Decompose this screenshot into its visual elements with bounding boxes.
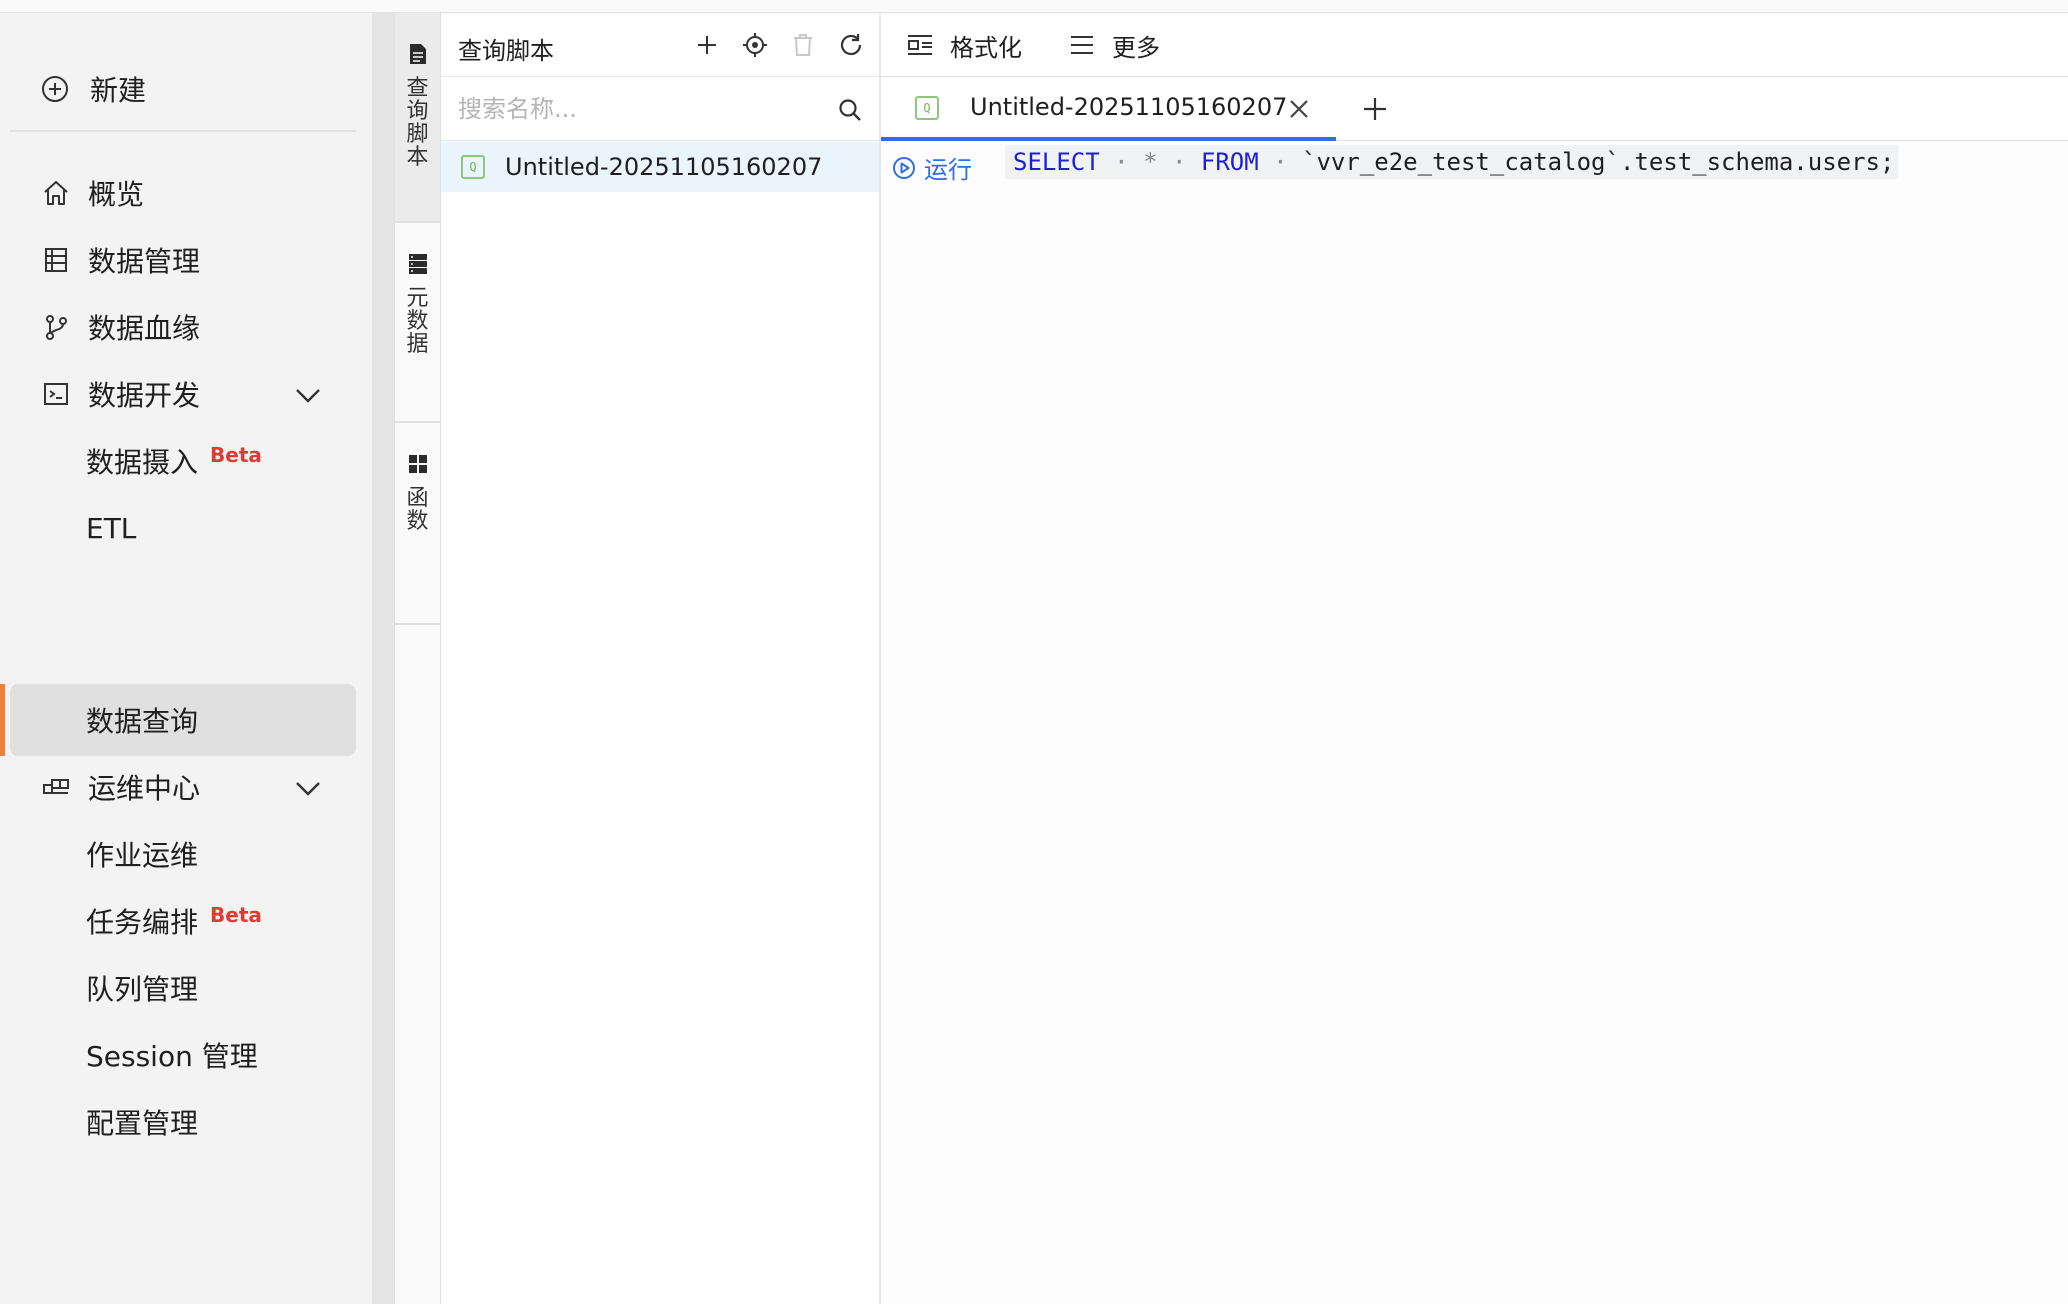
locate-icon [743,33,767,57]
sidebar-item-queue-management[interactable]: 队列管理 [10,952,356,1024]
new-button[interactable]: 新建 [40,57,146,121]
editor-area: 格式化 更多 Q Untitled-20251105160207 运行 SELE… [881,13,2068,1304]
more-label: 更多 [1112,33,1160,62]
chevron-down-icon[interactable] [293,773,323,803]
add-script-button[interactable] [692,30,722,60]
refresh-icon [840,34,862,56]
play-circle-icon [893,156,915,179]
format-button[interactable]: 格式化 [906,29,1022,62]
sidebar-item-config-management[interactable]: 配置管理 [10,1086,356,1158]
scripts-panel: 查询脚本 Q Untitled-20251105160207 [441,13,881,1304]
sidebar-item-label: 任务编排 Beta [86,901,262,941]
new-label: 新建 [90,74,147,107]
run-label: 运行 [924,156,972,184]
sql-keyword-select: SELECT [1013,148,1100,176]
sidebar-item-text: 数据摄入 [86,446,199,479]
code-line[interactable]: 运行 SELECT · * · FROM · `vvr_e2e_test_cat… [881,141,2068,185]
editor-tab-bar: Q Untitled-20251105160207 [881,77,2068,141]
query-file-icon: Q [461,155,485,179]
query-file-icon: Q [915,96,939,120]
menu-icon [1068,31,1096,59]
vtab-label: 元数据 [406,286,429,357]
sql-code[interactable]: SELECT · * · FROM · `vvr_e2e_test_catalo… [1005,145,1899,179]
close-icon[interactable] [1287,97,1311,121]
document-icon [407,43,429,65]
sidebar-item-overview[interactable]: 概览 [10,157,356,229]
plus-icon [698,36,716,54]
locate-button[interactable] [740,30,770,60]
sidebar-item-data-ingestion[interactable]: 数据摄入 Beta [10,425,356,497]
sidebar-item-label: 作业运维 [86,839,199,872]
more-button[interactable]: 更多 [1068,29,1160,62]
sidebar-item-data-management[interactable]: 数据管理 [10,224,356,296]
delete-button[interactable] [788,30,818,60]
sidebar-item-label: 配置管理 [86,1107,199,1140]
top-strip [0,0,2068,13]
sidebar-item-task-orchestration[interactable]: 任务编排 Beta [10,885,356,957]
scripts-title: 查询脚本 [458,37,554,65]
sidebar-item-ops-center[interactable]: 运维中心 [10,751,356,823]
terminal-icon [40,378,72,410]
plus-circle-icon [40,74,70,104]
sidebar-item-session-management[interactable]: Session 管理 [10,1019,356,1091]
editor-tab[interactable]: Q Untitled-20251105160207 [881,77,1336,141]
sidebar-item-label: 运维中心 [88,772,201,805]
vtab-label: 查询脚本 [406,76,429,170]
trash-icon [794,34,812,56]
editor-toolbar: 格式化 更多 [881,13,2068,77]
vtab-metadata[interactable]: 元数据 [395,223,440,421]
sidebar-item-label: 数据管理 [88,245,201,278]
sidebar-item-text: 任务编排 [86,906,199,939]
branch-icon [40,311,72,343]
vtab-label: 函数 [406,486,429,534]
sidebar-item-label: 概览 [88,178,145,211]
sidebar-item-label: ETL [86,511,137,545]
vtab-functions[interactable]: 函数 [395,423,440,623]
search-bar [441,77,879,141]
sidebar-item-job-ops[interactable]: 作业运维 [10,818,356,890]
sidebar-item-label: Session 管理 [86,1040,258,1073]
sidebar-item-label: 数据摄入 Beta [86,441,262,481]
sidebar-item-label: 数据开发 [88,379,201,412]
sidebar-item-label: 数据血缘 [88,312,201,345]
format-icon [906,31,934,59]
sidebar-item-data-development[interactable]: 数据开发 [10,358,356,430]
script-name: Untitled-20251105160207 [505,153,823,181]
format-label: 格式化 [950,33,1022,62]
sidebar-item-data-lineage[interactable]: 数据血缘 [10,291,356,363]
table-icon [40,244,72,276]
vtab-query-scripts[interactable]: 查询脚本 [395,13,440,221]
sidebar-gutter [372,13,394,1304]
sidebar-item-label: 数据查询 [86,705,199,738]
home-icon [40,177,72,209]
ops-icon [40,771,72,803]
refresh-button[interactable] [836,30,866,60]
search-icon[interactable] [837,97,863,123]
script-list-item[interactable]: Q Untitled-20251105160207 [441,142,879,192]
sidebar-divider [10,130,356,132]
sql-keyword-from: FROM [1200,148,1259,176]
beta-badge: Beta [210,443,262,467]
grid-icon [407,453,429,475]
sql-table-ref: `vvr_e2e_test_catalog`.test_schema.users… [1302,148,1895,176]
add-tab-icon[interactable] [1361,95,1389,123]
database-icon [407,253,429,275]
vtab-divider [395,623,440,625]
sql-star: * [1143,148,1158,176]
sidebar-item-label: 队列管理 [86,973,199,1006]
scripts-header: 查询脚本 [441,13,879,77]
chevron-down-icon[interactable] [293,380,323,410]
sidebar: 新建 概览 数据管理 数据血缘 数据开发 数据摄入 Beta ETL 数据查询 [0,13,372,1304]
run-button[interactable]: 运行 [892,150,972,185]
active-indicator [0,684,5,756]
beta-badge: Beta [210,903,262,927]
sidebar-item-etl[interactable]: ETL [10,492,356,564]
sidebar-item-data-query[interactable]: 数据查询 [10,684,356,756]
editor-tab-name: Untitled-20251105160207 [970,93,1288,121]
search-input[interactable] [458,91,818,127]
vertical-tab-strip: 查询脚本 元数据 函数 [394,13,441,1304]
